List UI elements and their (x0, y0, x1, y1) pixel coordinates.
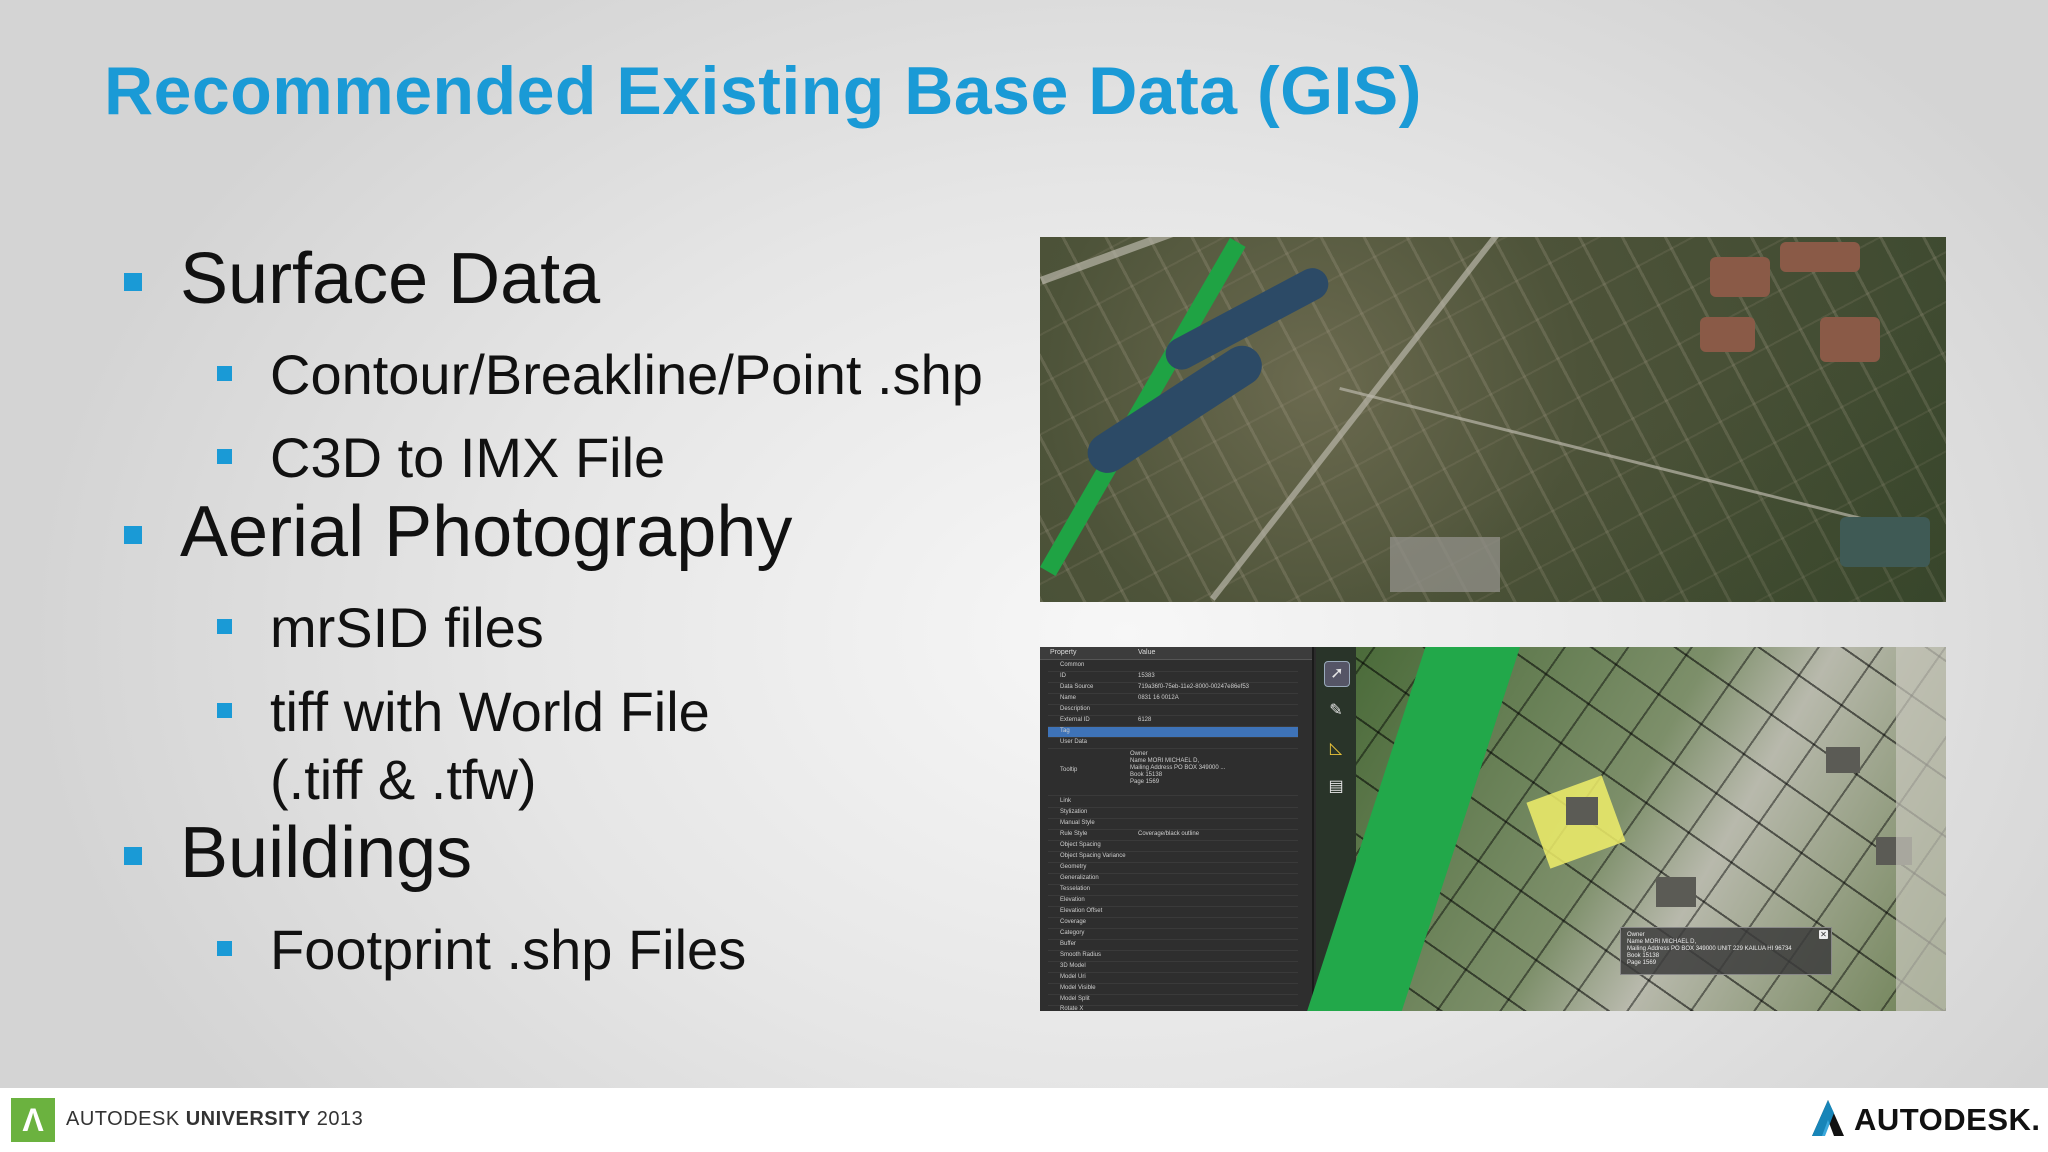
property-row: Link (1048, 797, 1298, 808)
property-row: Model Visible (1048, 984, 1298, 995)
bullet-buildings: Buildings (180, 813, 473, 893)
close-icon: ✕ (1819, 930, 1828, 939)
road (1896, 647, 1946, 1011)
sub-bullet-tiff-cont: (.tiff & .tfw) (270, 748, 537, 811)
sub-bullet-contour: Contour/Breakline/Point .shp (270, 343, 983, 406)
building (1700, 317, 1755, 352)
footer-bar: Λ AUTODESK UNIVERSITY 2013 AUTODESK. (0, 1088, 2048, 1152)
house (1656, 877, 1696, 907)
property-row: Description (1048, 705, 1298, 716)
bullet-aerial-photography: Aerial Photography (180, 492, 793, 572)
property-row: Buffer (1048, 940, 1298, 951)
property-row: Tesselation (1048, 885, 1298, 896)
property-row: User Data (1048, 738, 1298, 749)
property-panel-header: Property Value (1040, 647, 1312, 660)
bullet-marker (124, 273, 142, 291)
property-row: ID 15383 (1048, 672, 1298, 683)
sub-bullet-marker (217, 941, 232, 956)
property-panel: Property Value Common ID 15383 Data Sourc… (1040, 647, 1314, 1011)
property-row: External ID 6128 (1048, 716, 1298, 727)
property-row: Generalization (1048, 874, 1298, 885)
property-row: 3D Model (1048, 962, 1298, 973)
info-popup: Owner Name MORI MICHAEL D, Mailing Addre… (1620, 927, 1832, 975)
select-icon: ➚ (1324, 661, 1350, 687)
property-row: Elevation (1048, 896, 1298, 907)
slide-title: Recommended Existing Base Data (GIS) (104, 53, 1422, 129)
property-row: Smooth Radius (1048, 951, 1298, 962)
property-row: Rotate X (1060, 1006, 1084, 1011)
house (1566, 797, 1598, 825)
property-row: Coverage (1048, 918, 1298, 929)
measure-icon: ◺ (1329, 740, 1343, 757)
property-row: Category (1048, 929, 1298, 940)
bullet-surface-data: Surface Data (180, 239, 601, 319)
property-row: Elevation Offset (1048, 907, 1298, 918)
property-row: Stylization (1048, 808, 1298, 819)
autodesk-logo-icon (1812, 1100, 1844, 1136)
property-row: Common (1048, 661, 1298, 672)
property-row: Name 0831 16 0012A (1048, 694, 1298, 705)
sub-bullet-footprint: Footprint .shp Files (270, 918, 747, 981)
sub-bullet-marker (217, 703, 232, 718)
building (1710, 257, 1770, 297)
property-row: Rule Style Coverage/black outline (1048, 830, 1298, 841)
tooltip-row: Tooltip Owner Name MORI MICHAEL D, Maili… (1048, 749, 1298, 796)
house (1826, 747, 1860, 773)
software-screenshot: Property Value Common ID 15383 Data Sourc… (1040, 647, 1946, 1011)
tooltip-content: Owner Name MORI MICHAEL D, Mailing Addre… (1130, 751, 1226, 785)
autodesk-brand: AUTODESK. (1854, 1102, 2041, 1137)
property-row: Object Spacing Variance (1048, 852, 1298, 863)
bullet-marker (124, 847, 142, 865)
property-row: Manual Style (1048, 819, 1298, 830)
parking-lot (1390, 537, 1500, 592)
edit-icon: ✎ (1329, 702, 1343, 719)
sub-bullet-tiff: tiff with World File (270, 680, 710, 743)
autodesk-university-label: AUTODESK UNIVERSITY 2013 (66, 1108, 364, 1130)
building (1820, 317, 1880, 362)
road (1040, 237, 1288, 285)
sub-bullet-marker (217, 449, 232, 464)
sub-bullet-marker (217, 619, 232, 634)
property-header: Property (1050, 649, 1077, 656)
aerial-photo (1040, 237, 1946, 602)
property-row: Data Source 719a36f0-75eb-11e2-8000-00247… (1048, 683, 1298, 694)
layers-icon: ▤ (1328, 778, 1344, 795)
building (1780, 242, 1860, 272)
sub-bullet-c3d: C3D to IMX File (270, 426, 666, 489)
road (1339, 387, 1884, 526)
bullet-marker (124, 526, 142, 544)
sub-bullet-mrsid: mrSID files (270, 596, 544, 659)
property-row: Geometry (1048, 863, 1298, 874)
building (1840, 517, 1930, 567)
property-row: Model Uri (1048, 973, 1298, 984)
value-header: Value (1138, 649, 1156, 656)
property-row: Object Spacing (1048, 841, 1298, 852)
property-row-selected: Tag (1048, 727, 1298, 738)
autodesk-university-logo-icon: Λ (11, 1098, 55, 1142)
sub-bullet-marker (217, 366, 232, 381)
